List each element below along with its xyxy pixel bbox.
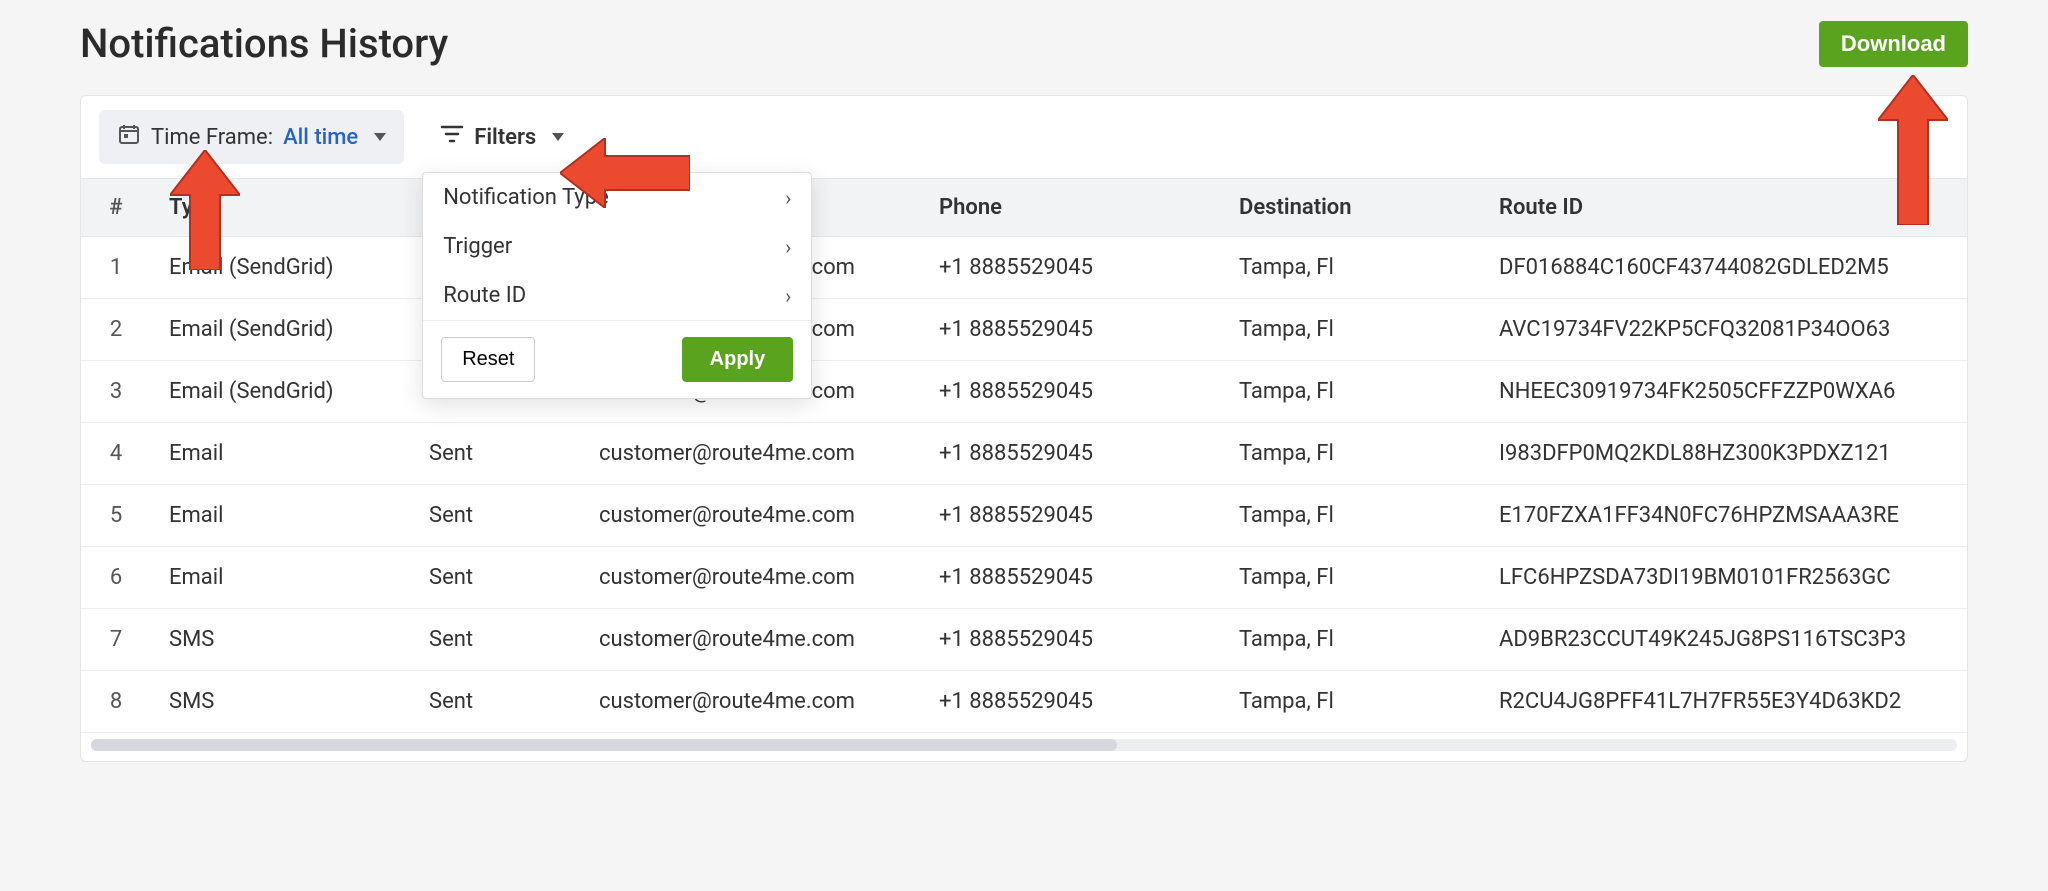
table-row[interactable]: 7SMSSentcustomer@route4me.com+1 88855290… <box>81 609 1967 671</box>
cell-destination: Tampa, Fl <box>1221 547 1481 609</box>
filters-label: Filters <box>474 125 536 150</box>
table-row[interactable]: 5EmailSentcustomer@route4me.com+1 888552… <box>81 485 1967 547</box>
cell-type: Email <box>151 485 411 547</box>
col-header-num: # <box>81 179 151 237</box>
cell-routeid: AD9BR23CCUT49K245JG8PS116TSC3P3 <box>1481 609 1967 671</box>
cell-type: SMS <box>151 609 411 671</box>
cell-num: 5 <box>81 485 151 547</box>
cell-phone: +1 8885529045 <box>921 299 1221 361</box>
table-row[interactable]: 3Email (SendGrid)Sentcustomer@route4me.c… <box>81 361 1967 423</box>
cell-destination: Tampa, Fl <box>1221 423 1481 485</box>
table-row[interactable]: 6EmailSentcustomer@route4me.com+1 888552… <box>81 547 1967 609</box>
cell-type: Email (SendGrid) <box>151 237 411 299</box>
cell-email: customer@route4me.com <box>581 609 921 671</box>
filters-dropdown: Notification Type › Trigger › Route ID ›… <box>422 172 812 399</box>
filters-reset-button[interactable]: Reset <box>441 337 535 382</box>
page-title: Notifications History <box>80 20 448 67</box>
cell-email: customer@route4me.com <box>581 547 921 609</box>
cell-destination: Tampa, Fl <box>1221 237 1481 299</box>
filter-option-label: Trigger <box>443 234 512 259</box>
cell-phone: +1 8885529045 <box>921 237 1221 299</box>
cell-destination: Tampa, Fl <box>1221 361 1481 423</box>
col-header-routeid: Route ID <box>1481 179 1967 237</box>
filter-option-label: Notification Type <box>443 185 609 210</box>
col-header-destination: Destination <box>1221 179 1481 237</box>
cell-routeid: DF016884C160CF43744082GDLED2M5 <box>1481 237 1967 299</box>
chevron-down-icon <box>374 133 386 141</box>
cell-email: customer@route4me.com <box>581 485 921 547</box>
timeframe-label: Time Frame: <box>151 125 273 150</box>
filter-option-route-id[interactable]: Route ID › <box>423 271 811 320</box>
cell-routeid: NHEEC30919734FK2505CFFZZP0WXA6 <box>1481 361 1967 423</box>
cell-status: Sent <box>411 423 581 485</box>
cell-num: 4 <box>81 423 151 485</box>
table-header-row: # Type Status Email Phone Destination Ro… <box>81 179 1967 237</box>
filter-option-notification-type[interactable]: Notification Type › <box>423 173 811 222</box>
filter-option-trigger[interactable]: Trigger › <box>423 222 811 271</box>
table-row[interactable]: 1Email (SendGrid)Sentcustomer@route4me.c… <box>81 237 1967 299</box>
cell-type: Email (SendGrid) <box>151 299 411 361</box>
chevron-down-icon <box>552 133 564 141</box>
chevron-right-icon: › <box>785 235 791 259</box>
filters-chip[interactable]: Filters <box>422 112 582 162</box>
cell-num: 6 <box>81 547 151 609</box>
cell-routeid: I983DFP0MQ2KDL88HZ300K3PDXZ121 <box>1481 423 1967 485</box>
cell-destination: Tampa, Fl <box>1221 609 1481 671</box>
cell-phone: +1 8885529045 <box>921 609 1221 671</box>
toolbar: Time Frame: All time Filters Noti <box>81 96 1967 178</box>
history-panel: Time Frame: All time Filters Noti <box>80 95 1968 762</box>
timeframe-chip[interactable]: Time Frame: All time <box>99 110 404 164</box>
col-header-phone: Phone <box>921 179 1221 237</box>
cell-type: Email (SendGrid) <box>151 361 411 423</box>
download-button[interactable]: Download <box>1819 21 1968 67</box>
cell-num: 1 <box>81 237 151 299</box>
cell-routeid: AVC19734FV22KP5CFQ32081P34OO63 <box>1481 299 1967 361</box>
filters-apply-button[interactable]: Apply <box>682 337 794 382</box>
cell-phone: +1 8885529045 <box>921 423 1221 485</box>
table-row[interactable]: 4EmailSentcustomer@route4me.com+1 888552… <box>81 423 1967 485</box>
filter-option-label: Route ID <box>443 283 526 308</box>
cell-status: Sent <box>411 671 581 733</box>
horizontal-scrollbar[interactable] <box>91 739 1957 751</box>
cell-num: 8 <box>81 671 151 733</box>
timeframe-value: All time <box>283 125 358 150</box>
cell-email: customer@route4me.com <box>581 671 921 733</box>
cell-phone: +1 8885529045 <box>921 485 1221 547</box>
cell-phone: +1 8885529045 <box>921 547 1221 609</box>
calendar-icon <box>117 122 141 152</box>
table-row[interactable]: 2Email (SendGrid)Sentcustomer@route4me.c… <box>81 299 1967 361</box>
chevron-right-icon: › <box>785 186 791 210</box>
cell-email: customer@route4me.com <box>581 423 921 485</box>
chevron-right-icon: › <box>785 284 791 308</box>
cell-type: Email <box>151 423 411 485</box>
cell-status: Sent <box>411 547 581 609</box>
filter-icon <box>440 124 464 150</box>
cell-routeid: E170FZXA1FF34N0FC76HPZMSAAA3RE <box>1481 485 1967 547</box>
cell-num: 7 <box>81 609 151 671</box>
cell-type: SMS <box>151 671 411 733</box>
cell-destination: Tampa, Fl <box>1221 299 1481 361</box>
cell-num: 2 <box>81 299 151 361</box>
cell-status: Sent <box>411 609 581 671</box>
cell-status: Sent <box>411 485 581 547</box>
col-header-type: Type <box>151 179 411 237</box>
cell-routeid: R2CU4JG8PFF41L7H7FR55E3Y4D63KD2 <box>1481 671 1967 733</box>
cell-phone: +1 8885529045 <box>921 671 1221 733</box>
notifications-table: # Type Status Email Phone Destination Ro… <box>81 178 1967 733</box>
cell-num: 3 <box>81 361 151 423</box>
scrollbar-thumb[interactable] <box>91 739 1117 751</box>
cell-type: Email <box>151 547 411 609</box>
cell-destination: Tampa, Fl <box>1221 485 1481 547</box>
cell-phone: +1 8885529045 <box>921 361 1221 423</box>
cell-routeid: LFC6HPZSDA73DI19BM0101FR2563GC <box>1481 547 1967 609</box>
cell-destination: Tampa, Fl <box>1221 671 1481 733</box>
table-row[interactable]: 8SMSSentcustomer@route4me.com+1 88855290… <box>81 671 1967 733</box>
